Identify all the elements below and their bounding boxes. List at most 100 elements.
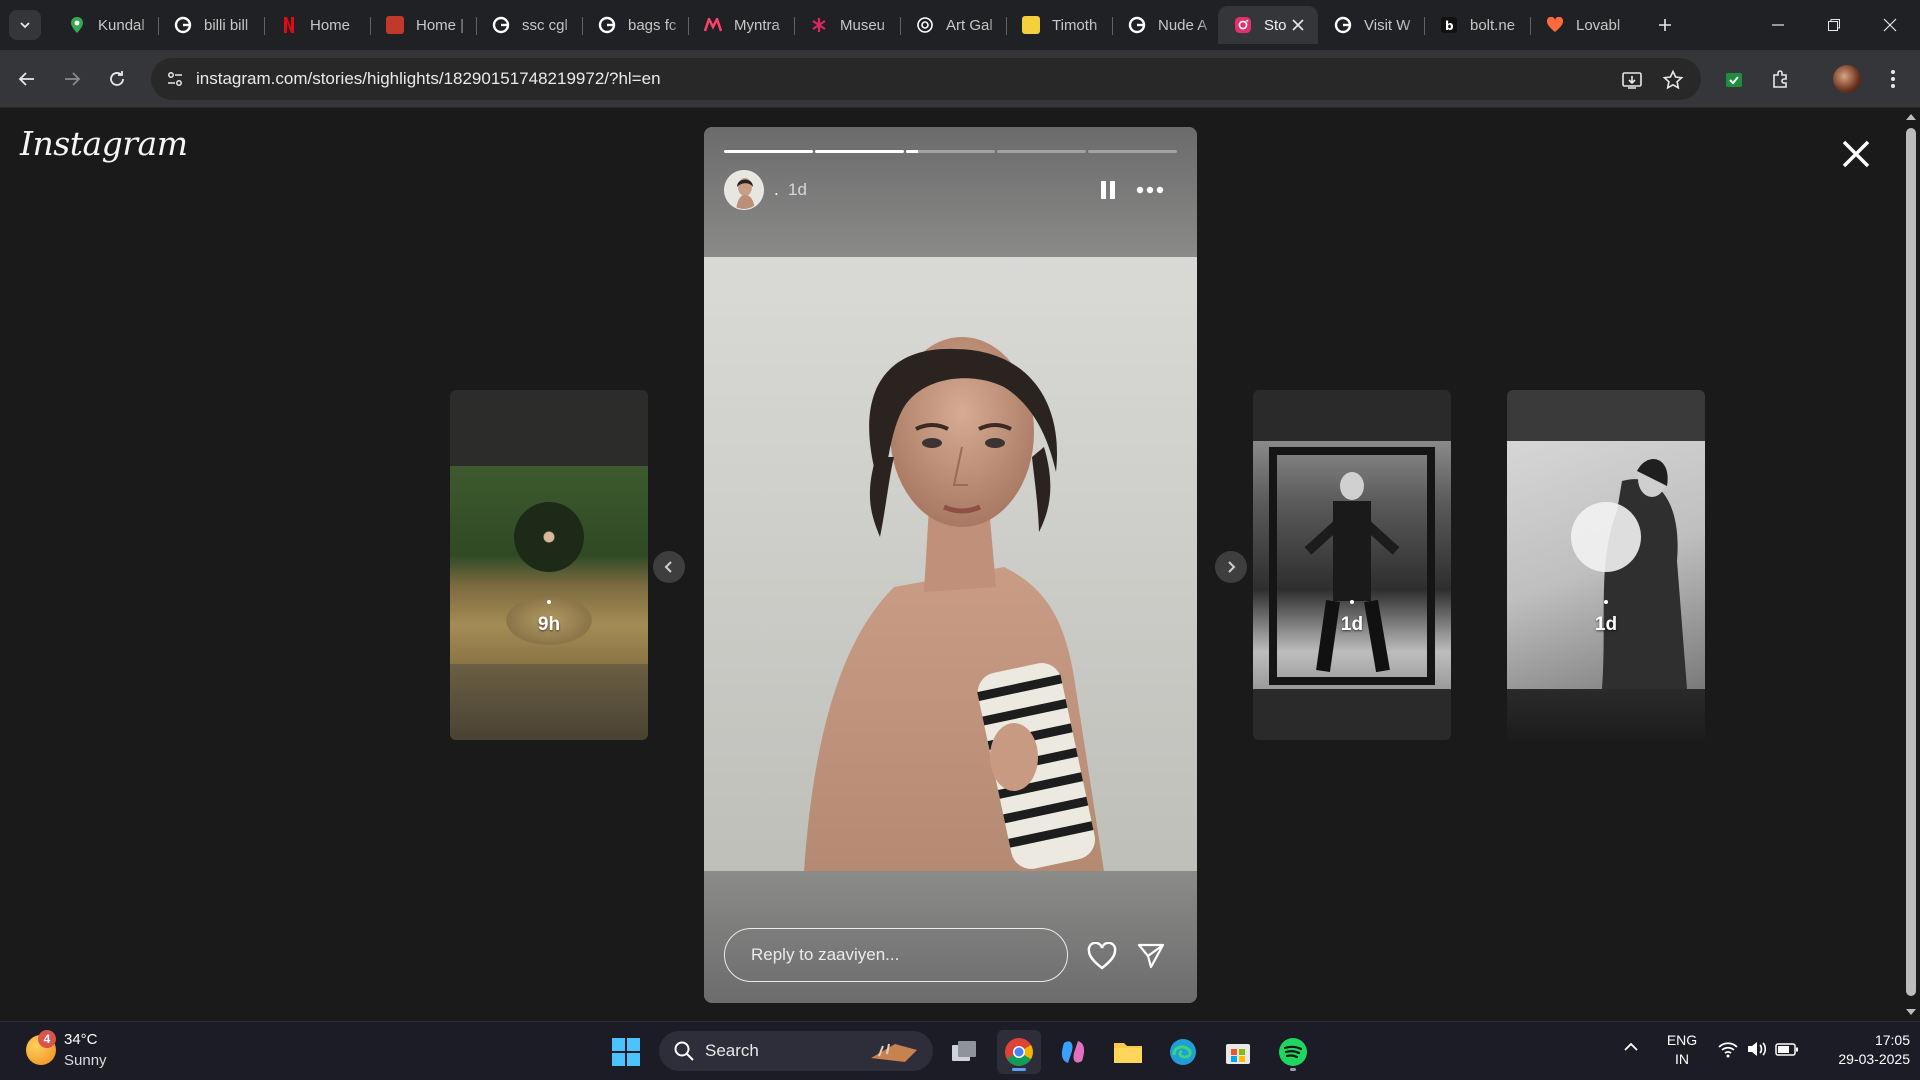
url-text[interactable]: instagram.com/stories/highlights/1829015… xyxy=(196,69,661,89)
heart-icon xyxy=(1546,16,1564,34)
taskbar-edge[interactable] xyxy=(1161,1030,1205,1074)
asterisk-icon xyxy=(810,16,828,34)
story-time: 1d xyxy=(1340,614,1364,635)
taskbar-store[interactable] xyxy=(1216,1030,1260,1074)
arrow-left-icon xyxy=(18,72,34,86)
tab-10[interactable]: Nude A xyxy=(1112,6,1218,44)
tab-12[interactable]: Visit W xyxy=(1318,6,1424,44)
browser-menu-button[interactable] xyxy=(1878,64,1908,94)
scrollbar-thumb[interactable] xyxy=(1906,128,1916,996)
system-clock[interactable]: 17:05 29-03-2025 xyxy=(1810,1031,1910,1069)
tab-2[interactable]: Home xyxy=(264,6,370,44)
pause-button[interactable] xyxy=(1092,174,1124,206)
share-button[interactable] xyxy=(1134,940,1168,972)
site-info-icon[interactable] xyxy=(163,67,187,91)
instagram-icon xyxy=(1234,16,1252,34)
taskbar-file-explorer[interactable] xyxy=(1106,1030,1150,1074)
show-hidden-icons-button[interactable] xyxy=(1622,1038,1640,1059)
language-code: ENG xyxy=(1666,1032,1698,1048)
scroll-up-icon[interactable] xyxy=(1902,110,1920,124)
task-view-button[interactable] xyxy=(942,1030,986,1074)
copilot-icon xyxy=(1061,1041,1085,1063)
next-story-button[interactable] xyxy=(1215,551,1247,583)
restore-icon xyxy=(1828,19,1840,31)
site-icon xyxy=(1022,16,1040,34)
like-button[interactable] xyxy=(1085,940,1119,972)
tab-13[interactable]: b bolt.ne xyxy=(1424,6,1530,44)
new-tab-button[interactable] xyxy=(1650,10,1680,40)
tab-close-button[interactable] xyxy=(1288,15,1308,35)
search-highlight-icon xyxy=(871,1043,917,1062)
reload-button[interactable] xyxy=(100,62,134,96)
bookmark-button[interactable] xyxy=(1660,67,1686,93)
google-icon xyxy=(1128,16,1146,34)
username-dot xyxy=(1350,600,1354,604)
address-bar[interactable]: instagram.com/stories/highlights/1829015… xyxy=(151,58,1701,100)
taskbar-search[interactable]: Search xyxy=(659,1031,933,1071)
reply-input[interactable]: Reply to zaaviyen... xyxy=(724,928,1068,982)
profile-button[interactable] xyxy=(1832,64,1862,94)
volume-icon[interactable] xyxy=(1746,1040,1768,1061)
window-close-button[interactable] xyxy=(1862,0,1918,50)
tab-strip: Kundal billi bill Home Home | ssc cgl bags fc… xyxy=(0,0,1920,50)
tab-11[interactable]: Sto xyxy=(1218,6,1318,44)
extensions-button[interactable] xyxy=(1766,64,1796,94)
clock-time: 17:05 xyxy=(1874,1032,1910,1048)
story-username[interactable]: . xyxy=(774,180,779,200)
chrome-icon xyxy=(1005,1038,1033,1066)
tab-6[interactable]: Myntra xyxy=(688,6,794,44)
story-image xyxy=(704,257,1197,871)
tab-7[interactable]: Museu xyxy=(794,6,900,44)
back-button[interactable] xyxy=(10,62,44,96)
tab-8[interactable]: Art Gal xyxy=(900,6,1006,44)
tab-1[interactable]: billi bill xyxy=(158,6,264,44)
tab-title: Nude A xyxy=(1158,16,1208,34)
tab-5[interactable]: bags fc xyxy=(582,6,688,44)
story-viewer: Instagram 9h . 1d Reply to zaaviyen... 1… xyxy=(0,108,1920,1021)
previous-story-button[interactable] xyxy=(653,551,685,583)
minimize-button[interactable] xyxy=(1750,0,1806,50)
close-story-button[interactable] xyxy=(1838,136,1874,172)
site-icon xyxy=(386,16,404,34)
taskbar-chrome[interactable] xyxy=(997,1030,1041,1074)
tab-14[interactable]: Lovabl xyxy=(1530,6,1636,44)
previous-story-card[interactable]: 9h xyxy=(450,390,648,740)
pause-icon xyxy=(1101,181,1115,199)
shield-check-icon xyxy=(1726,73,1742,87)
region-code: IN xyxy=(1675,1051,1689,1067)
battery-icon[interactable] xyxy=(1775,1040,1799,1061)
tab-title: billi bill xyxy=(204,16,249,34)
next-story-card-2[interactable]: 1d xyxy=(1507,390,1705,740)
tab-search-dropdown-button[interactable] xyxy=(9,10,41,40)
story-avatar xyxy=(1571,502,1641,572)
tab-3[interactable]: Home | xyxy=(370,6,476,44)
spotify-icon xyxy=(1279,1038,1307,1066)
forward-button[interactable] xyxy=(55,62,89,96)
progress-segment xyxy=(906,150,995,153)
progress-segment xyxy=(997,150,1086,153)
restore-button[interactable] xyxy=(1806,0,1862,50)
wifi-icon[interactable] xyxy=(1717,1040,1739,1061)
scroll-down-icon[interactable] xyxy=(1902,1005,1920,1019)
start-button[interactable] xyxy=(604,1030,648,1074)
input-language-indicator[interactable]: ENG IN xyxy=(1660,1031,1704,1069)
story-options-button[interactable] xyxy=(1132,174,1168,206)
extension-shield-button[interactable] xyxy=(1719,64,1749,94)
tab-title: bags fc xyxy=(628,16,677,34)
next-story-card[interactable]: 1d xyxy=(1253,390,1451,740)
taskbar-copilot[interactable] xyxy=(1051,1030,1095,1074)
tab-0[interactable]: Kundal xyxy=(52,6,158,44)
tab-4[interactable]: ssc cgl xyxy=(476,6,582,44)
tab-title: Art Gal xyxy=(946,16,993,34)
tab-title: Visit W xyxy=(1364,16,1411,34)
story-author-avatar[interactable] xyxy=(724,170,764,210)
install-icon xyxy=(1622,72,1642,89)
page-scrollbar[interactable] xyxy=(1902,108,1920,1021)
instagram-logo[interactable]: Instagram xyxy=(20,124,188,163)
tab-9[interactable]: Timoth xyxy=(1006,6,1112,44)
netflix-icon xyxy=(280,16,298,34)
taskbar-spotify[interactable] xyxy=(1271,1030,1315,1074)
close-icon xyxy=(1842,140,1870,168)
install-app-button[interactable] xyxy=(1619,67,1645,93)
current-story[interactable]: . 1d Reply to zaaviyen... xyxy=(704,127,1197,1003)
